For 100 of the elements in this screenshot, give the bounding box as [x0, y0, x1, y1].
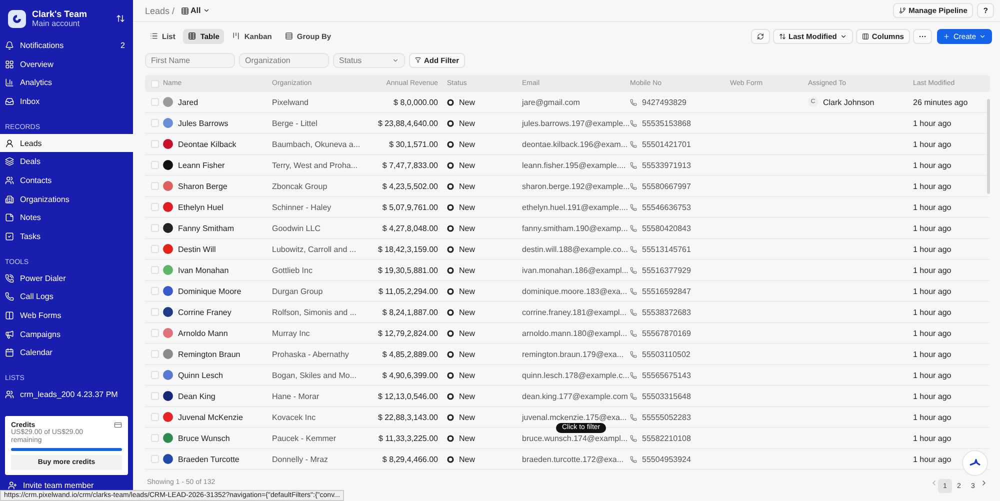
row-checkbox[interactable] — [151, 455, 159, 463]
select-all-checkbox[interactable] — [151, 80, 159, 88]
lead-name[interactable]: Deontae Kilback — [178, 140, 236, 148]
first-name-field[interactable]: First Name — [145, 52, 235, 68]
user-icon — [5, 138, 14, 148]
invite-link[interactable]: Invite team member — [23, 481, 94, 490]
status-select[interactable]: Status — [333, 52, 405, 68]
previous-page-icon[interactable] — [930, 479, 938, 487]
mobile-cell: 55516377929 — [642, 266, 691, 274]
row-checkbox[interactable] — [151, 329, 159, 337]
lead-name[interactable]: Ethelyn Huel — [178, 202, 224, 212]
revenue-cell: $ 4,23,5,502.00 — [382, 182, 438, 190]
row-checkbox[interactable] — [151, 371, 159, 379]
lead-name[interactable]: Juvenal McKenzie — [178, 412, 243, 422]
modified-cell: 1 hour ago — [913, 308, 952, 316]
sidebar-item[interactable]: Overview — [0, 54, 133, 74]
breadcrumb[interactable]: Leads / — [145, 6, 175, 16]
row-checkbox[interactable] — [151, 245, 159, 253]
status-ring-icon — [447, 288, 454, 294]
sidebar-item[interactable]: Tasks — [0, 227, 133, 246]
modified-cell: 1 hour ago — [913, 182, 952, 190]
revenue-cell: $ 19,30,5,881.00 — [378, 266, 438, 274]
sidebar-item[interactable]: crm_leads_200 4.23.37 PM — [0, 385, 133, 404]
mobile-cell: 55516592847 — [642, 286, 691, 296]
lead-name[interactable]: Braeden Turcotte — [178, 454, 240, 464]
row-checkbox[interactable] — [151, 308, 159, 316]
bar-chart-icon — [5, 78, 14, 88]
sidebar-item[interactable]: Analytics — [0, 73, 133, 92]
lead-name[interactable]: Arnoldo Mann — [178, 328, 228, 338]
row-checkbox[interactable] — [151, 140, 159, 148]
lead-name[interactable]: Corrine Franey — [178, 308, 232, 316]
modified-cell: 1 hour ago — [913, 328, 952, 338]
organization-cell: Lubowitz, Carroll and ... — [272, 244, 356, 254]
email-cell: bruce.wunsch.174@exampl... — [522, 434, 628, 442]
phone-icon — [630, 182, 637, 190]
lead-name[interactable]: Destin Will — [178, 244, 216, 254]
organization-cell: Murray Inc — [272, 328, 310, 338]
lead-name[interactable]: Dean King — [178, 392, 216, 400]
sidebar-item[interactable]: Campaigns — [0, 324, 133, 344]
row-checkbox[interactable] — [151, 98, 159, 106]
status-ring-icon — [447, 350, 454, 358]
row-checkbox[interactable] — [151, 392, 159, 400]
email-cell: corrine.franey.181@exampl... — [522, 308, 626, 316]
status-ring-icon — [447, 434, 454, 442]
organization-cell: Bogan, Skiles and Mo... — [272, 370, 356, 380]
calendar-icon — [5, 348, 14, 358]
lead-name[interactable]: Quinn Lesch — [178, 370, 223, 380]
refresh-button[interactable] — [750, 28, 770, 44]
row-checkbox[interactable] — [151, 119, 159, 127]
sidebar-item[interactable]: Web Forms — [0, 306, 133, 325]
assignee-cell: Clark Johnson — [823, 98, 874, 106]
status-cell: New — [459, 392, 476, 400]
sidebar-item[interactable]: Power Dialer — [0, 268, 133, 288]
row-checkbox[interactable] — [151, 434, 159, 442]
row-checkbox[interactable] — [151, 266, 159, 274]
row-checkbox[interactable] — [151, 413, 159, 421]
row-checkbox[interactable] — [151, 161, 159, 169]
lead-name[interactable]: Ivan Monahan — [178, 266, 229, 274]
sidebar-item[interactable]: Organizations — [0, 190, 133, 208]
account-name: Main account — [32, 19, 81, 28]
sidebar-item[interactable]: Call Logs — [0, 288, 133, 306]
sidebar-item[interactable]: Inbox — [0, 92, 133, 111]
lead-name[interactable]: Jules Barrows — [178, 118, 228, 128]
phone-icon — [630, 120, 637, 126]
email-cell: juvenal.mckenzie.175@exa... — [522, 412, 627, 422]
lead-name[interactable]: Bruce Wunsch — [178, 434, 230, 442]
layers-icon — [5, 157, 14, 166]
sidebar-item[interactable]: Contacts — [0, 171, 133, 190]
organization-field[interactable]: Organization — [239, 52, 329, 68]
switch-icon[interactable] — [116, 14, 125, 23]
lead-name[interactable]: Fanny Smitham — [178, 224, 234, 232]
revenue-cell: $ 22,88,3,143.00 — [378, 412, 438, 422]
row-checkbox[interactable] — [151, 182, 159, 190]
lead-name[interactable]: Dominique Moore — [178, 286, 242, 296]
row-checkbox[interactable] — [151, 203, 159, 211]
sidebar-item[interactable]: Deals — [0, 152, 133, 172]
lead-name[interactable]: Sharon Berge — [178, 182, 228, 190]
next-page-icon[interactable] — [980, 479, 988, 487]
row-checkbox[interactable] — [151, 224, 159, 232]
sidebar-item[interactable]: Leads — [0, 134, 133, 152]
user-plus-icon — [8, 481, 17, 490]
status-cell: New — [459, 182, 476, 190]
status-ring-icon — [447, 140, 454, 148]
chat-button[interactable] — [962, 450, 988, 476]
modified-cell: 1 hour ago — [913, 350, 952, 358]
scrollbar[interactable] — [987, 99, 990, 194]
sidebar-item[interactable]: Calendar — [0, 344, 133, 362]
sidebar-item[interactable]: Notifications 2 — [0, 36, 133, 55]
lead-name[interactable]: Remington Braun — [178, 350, 240, 358]
lead-name[interactable]: Jared — [178, 98, 198, 106]
users-icon — [5, 176, 14, 185]
mobile-cell: 55580420843 — [642, 224, 691, 232]
sidebar-item[interactable]: Notes — [0, 208, 133, 228]
row-checkbox[interactable] — [151, 350, 159, 358]
lead-name[interactable]: Leann Fisher — [178, 160, 225, 170]
organization-cell: Donnelly - Mraz — [272, 454, 328, 464]
view-dropdown[interactable]: All — [178, 6, 212, 15]
organization-cell: Prohaska - Abernathy — [272, 350, 349, 358]
row-checkbox[interactable] — [151, 287, 159, 295]
phone-icon — [630, 266, 637, 274]
